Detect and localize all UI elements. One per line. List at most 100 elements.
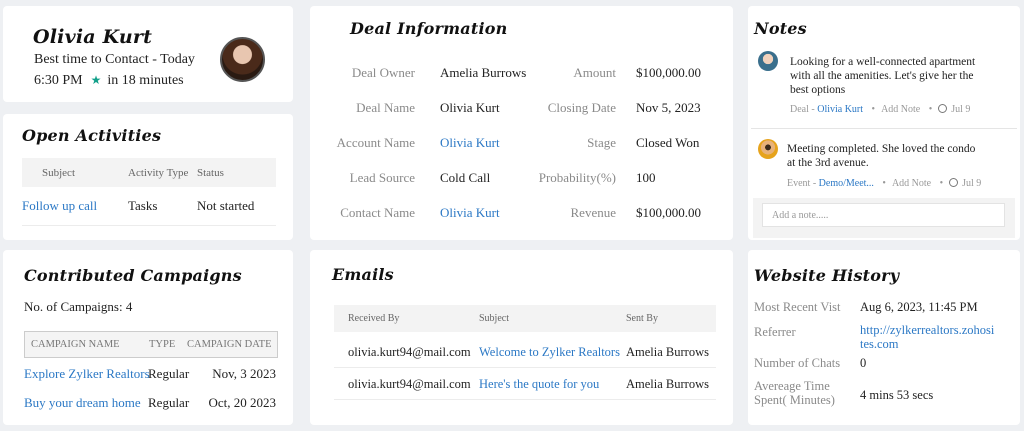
note-meta-prefix: Deal - bbox=[790, 104, 818, 115]
note-meta: Event - Demo/Meet... • Add Note • Jul 9 bbox=[787, 178, 981, 189]
note-line: best options bbox=[790, 84, 846, 96]
emails-table-header: Received By Subject Sent By bbox=[334, 305, 716, 332]
average-time-label: Avereage Time Spent( Minutes) bbox=[754, 379, 835, 407]
note-author-avatar bbox=[758, 139, 778, 159]
amount-value: $100,000.00 bbox=[636, 65, 701, 80]
separator-dot: • bbox=[882, 178, 886, 189]
contact-name: Olivia Kurt bbox=[33, 26, 153, 48]
emails-card: Emails Received By Subject Sent By olivi… bbox=[310, 250, 733, 425]
referrer-link[interactable]: http://zylkerrealtors.zohosi tes.com bbox=[860, 323, 994, 351]
note-line: with all the amenities. Let's give her t… bbox=[790, 70, 974, 82]
relative-time: in 18 minutes bbox=[107, 73, 184, 88]
star-icon: ★ bbox=[90, 73, 102, 87]
add-note-input[interactable]: Add a note..... bbox=[762, 203, 1005, 227]
note-meta: Deal - Olivia Kurt • Add Note • Jul 9 bbox=[790, 104, 970, 115]
campaign-name-link[interactable]: Explore Zylker Realtors bbox=[24, 366, 150, 382]
account-name-link[interactable]: Olivia Kurt bbox=[440, 135, 500, 151]
notes-card: Notes Looking for a well-connected apart… bbox=[748, 6, 1020, 240]
table-row: olivia.kurt94@mail.com Here's the quote … bbox=[334, 368, 716, 400]
number-of-chats-value: 0 bbox=[860, 356, 867, 370]
deal-owner-value: Amelia Burrows bbox=[440, 65, 527, 80]
open-activities-title: Open Activities bbox=[22, 126, 162, 145]
activity-type: Tasks bbox=[128, 198, 158, 213]
best-time-label: Best time to Contact - Today bbox=[34, 52, 195, 67]
average-time-label-line: Avereage Time bbox=[754, 379, 830, 393]
column-header: CAMPAIGN DATE bbox=[187, 339, 272, 350]
column-header: Received By bbox=[348, 313, 400, 324]
most-recent-visit-label: Most Recent Vist bbox=[754, 300, 841, 314]
note-line: Meeting completed. She loved the condo bbox=[787, 143, 976, 155]
campaigns-count: No. of Campaigns: 4 bbox=[24, 299, 133, 314]
table-row: olivia.kurt94@mail.com Welcome to Zylker… bbox=[334, 336, 716, 368]
best-time-row: 6:30 PM ★ in 18 minutes bbox=[34, 73, 184, 89]
field-label: Deal Name bbox=[356, 100, 415, 115]
average-time-value: 4 mins 53 secs bbox=[860, 388, 934, 402]
campaign-type: Regular bbox=[148, 395, 190, 410]
add-note-link[interactable]: Add Note bbox=[881, 104, 920, 115]
column-header: Subject bbox=[479, 313, 509, 324]
column-header: Subject bbox=[42, 167, 75, 179]
deal-information-card: Deal Information Deal Owner Amelia Burro… bbox=[310, 6, 733, 240]
field-label: Probability(%) bbox=[538, 170, 616, 185]
table-row: Buy your dream home Regular Oct, 20 2023 bbox=[24, 395, 278, 417]
referrer-label: Referrer bbox=[754, 325, 796, 339]
referrer-line: http://zylkerrealtors.zohosi bbox=[860, 323, 995, 337]
contact-avatar[interactable] bbox=[220, 37, 265, 82]
note-related-link[interactable]: Olivia Kurt bbox=[817, 104, 863, 115]
campaign-name-link[interactable]: Buy your dream home bbox=[24, 395, 141, 411]
column-header: CAMPAIGN NAME bbox=[31, 339, 120, 350]
field-label: Revenue bbox=[570, 205, 616, 220]
note-related-link[interactable]: Demo/Meet... bbox=[819, 178, 874, 189]
field-label: Lead Source bbox=[349, 170, 415, 185]
note-text: Meeting completed. She loved the condo a… bbox=[787, 142, 975, 170]
lead-source-value: Cold Call bbox=[440, 170, 491, 185]
divider bbox=[751, 128, 1017, 129]
note-line: at the 3rd avenue. bbox=[787, 157, 869, 169]
separator-dot: • bbox=[871, 104, 876, 115]
contact-name-link[interactable]: Olivia Kurt bbox=[440, 205, 500, 221]
contributed-campaigns-card: Contributed Campaigns No. of Campaigns: … bbox=[3, 250, 293, 425]
field-label: Contact Name bbox=[340, 205, 415, 220]
emails-title: Emails bbox=[332, 265, 394, 284]
column-header: Sent By bbox=[626, 313, 658, 324]
email-subject-link[interactable]: Welcome to Zylker Realtors bbox=[479, 345, 620, 360]
column-header: TYPE bbox=[149, 339, 176, 350]
add-note-link[interactable]: Add Note bbox=[892, 178, 931, 189]
note-text: Looking for a well-connected apartment w… bbox=[790, 55, 975, 97]
deal-name-value: Olivia Kurt bbox=[440, 100, 500, 115]
clock-icon bbox=[949, 178, 959, 187]
stage-value: Closed Won bbox=[636, 135, 700, 150]
deal-information-title: Deal Information bbox=[350, 19, 508, 38]
note-line: Looking for a well-connected apartment bbox=[790, 56, 976, 68]
clock-icon bbox=[938, 104, 948, 113]
activity-subject-link[interactable]: Follow up call bbox=[22, 198, 97, 214]
website-history-title: Website History bbox=[754, 266, 900, 285]
activities-table-header: Subject Activity Type Status bbox=[22, 158, 276, 187]
open-activities-card: Open Activities Subject Activity Type St… bbox=[3, 114, 293, 240]
contact-summary-card: Olivia Kurt Best time to Contact - Today… bbox=[3, 6, 293, 102]
separator-dot: • bbox=[928, 104, 933, 115]
best-time-value: 6:30 PM bbox=[34, 73, 83, 88]
website-history-card: Website History Most Recent Vist Aug 6, … bbox=[748, 250, 1020, 425]
most-recent-visit-value: Aug 6, 2023, 11:45 PM bbox=[860, 300, 978, 314]
note-meta-prefix: Event - bbox=[787, 178, 819, 189]
column-header: Activity Type bbox=[128, 167, 189, 179]
email-subject-link[interactable]: Here's the quote for you bbox=[479, 377, 599, 392]
add-note-area: Add a note..... bbox=[753, 198, 1015, 238]
campaign-date: Oct, 20 2023 bbox=[208, 395, 276, 410]
probability-value: 100 bbox=[636, 170, 656, 185]
table-row: Explore Zylker Realtors Regular Nov, 3 2… bbox=[24, 366, 278, 388]
note-author-avatar bbox=[758, 51, 778, 71]
closing-date-value: Nov 5, 2023 bbox=[636, 100, 701, 115]
separator-dot: • bbox=[939, 178, 944, 189]
field-label: Stage bbox=[587, 135, 616, 150]
note-date: Jul 9 bbox=[962, 178, 982, 189]
activity-status: Not started bbox=[197, 198, 255, 213]
notes-title: Notes bbox=[754, 19, 807, 38]
email-sent-by: Amelia Burrows bbox=[626, 345, 709, 359]
email-received-by: olivia.kurt94@mail.com bbox=[348, 345, 471, 359]
average-time-label-line: Spent( Minutes) bbox=[754, 393, 835, 407]
campaigns-title: Contributed Campaigns bbox=[24, 266, 242, 285]
field-label: Amount bbox=[573, 65, 616, 80]
revenue-value: $100,000.00 bbox=[636, 205, 701, 220]
